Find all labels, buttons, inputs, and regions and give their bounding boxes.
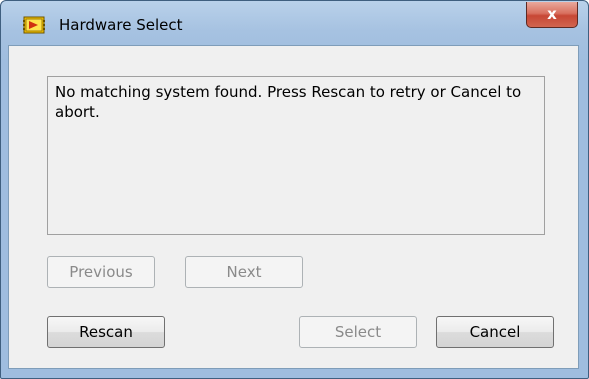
window-title: Hardware Select [59,16,183,34]
rescan-button[interactable]: Rescan [47,316,165,348]
labview-app-icon [23,16,45,34]
previous-button[interactable]: Previous [47,256,155,288]
next-button[interactable]: Next [185,256,303,288]
hardware-select-dialog: Hardware Select x No matching system fou… [0,0,589,379]
close-button[interactable]: x [526,2,578,28]
message-box: No matching system found. Press Rescan t… [47,76,545,235]
select-button[interactable]: Select [299,316,417,348]
cancel-button[interactable]: Cancel [436,316,554,348]
dialog-content: No matching system found. Press Rescan t… [8,45,579,369]
title-bar[interactable]: Hardware Select x [1,1,588,45]
status-message: No matching system found. Press Rescan t… [55,83,522,121]
close-icon: x [547,5,557,23]
